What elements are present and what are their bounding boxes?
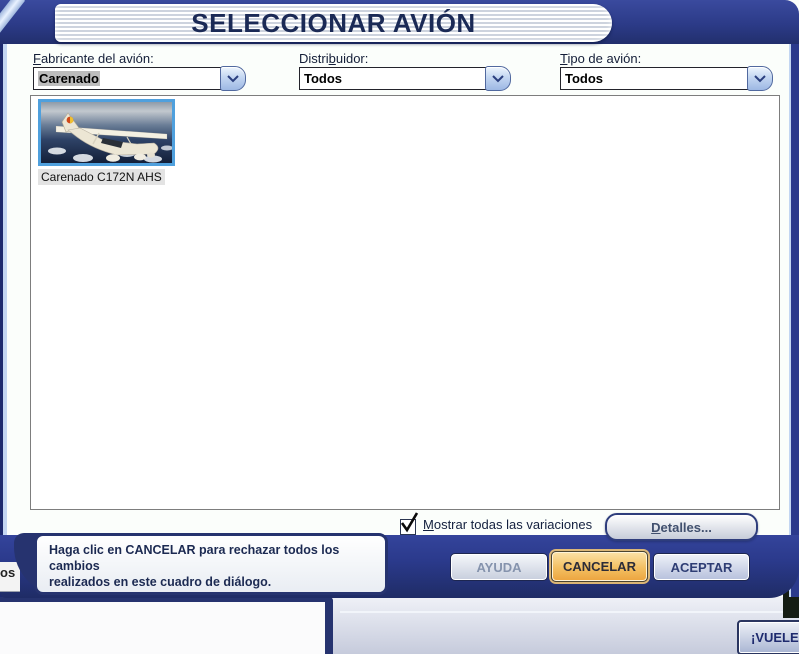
page-title: SELECCIONAR AVIÓN bbox=[191, 8, 475, 39]
checkmark-icon bbox=[398, 510, 420, 534]
fly-now-label: ¡VUELE bbox=[751, 630, 799, 645]
select-aircraft-dialog: ¡VUELE Y SELECCIONAR AVIÓN Fabricante de… bbox=[0, 0, 799, 654]
aircraft-thumbnail-selected[interactable] bbox=[38, 99, 175, 166]
type-dropdown[interactable]: Todos bbox=[560, 67, 750, 90]
show-variations-label[interactable]: Mostrar todas las variaciones bbox=[423, 517, 592, 532]
help-button[interactable]: AYUDA bbox=[450, 553, 548, 581]
publisher-dropdown[interactable]: Todos bbox=[299, 67, 488, 90]
manufacturer-dropdown-button[interactable] bbox=[220, 66, 246, 91]
publisher-value: Todos bbox=[304, 71, 342, 86]
accept-button[interactable]: ACEPTAR bbox=[653, 553, 750, 581]
occluded-window bbox=[0, 597, 333, 654]
chevron-down-icon bbox=[227, 75, 239, 83]
background-highlight-line bbox=[340, 611, 799, 613]
type-dropdown-button[interactable] bbox=[747, 66, 773, 91]
tooltip-bubble: Haga clic en CANCELAR para rechazar todo… bbox=[34, 533, 388, 595]
cancel-button[interactable]: CANCELAR bbox=[551, 551, 648, 582]
type-label: Tipo de avión: bbox=[560, 51, 641, 66]
dialog-frame-left bbox=[0, 44, 7, 597]
details-button[interactable]: Detalles... bbox=[605, 513, 758, 541]
manufacturer-value: Carenado bbox=[38, 71, 100, 86]
aircraft-name: Carenado C172N AHS bbox=[38, 169, 165, 185]
fly-now-button[interactable]: ¡VUELE Y bbox=[737, 620, 799, 654]
chevron-down-icon bbox=[492, 75, 504, 83]
tooltip-line2: realizados en este cuadro de diálogo. bbox=[49, 574, 385, 590]
manufacturer-dropdown[interactable]: Carenado bbox=[33, 67, 223, 90]
type-value: Todos bbox=[565, 71, 603, 86]
dialog-frame-right bbox=[789, 44, 799, 597]
publisher-label: Distribuidor: bbox=[299, 51, 368, 66]
title-plate: SELECCIONAR AVIÓN bbox=[55, 4, 612, 42]
manufacturer-label: Fabricante del avión: bbox=[33, 51, 154, 66]
aircraft-image bbox=[41, 102, 172, 163]
tooltip-line1: Haga clic en CANCELAR para rechazar todo… bbox=[49, 542, 385, 574]
publisher-dropdown-button[interactable] bbox=[485, 66, 511, 91]
occluded-window-text: os bbox=[0, 562, 20, 592]
chevron-down-icon bbox=[754, 75, 766, 83]
